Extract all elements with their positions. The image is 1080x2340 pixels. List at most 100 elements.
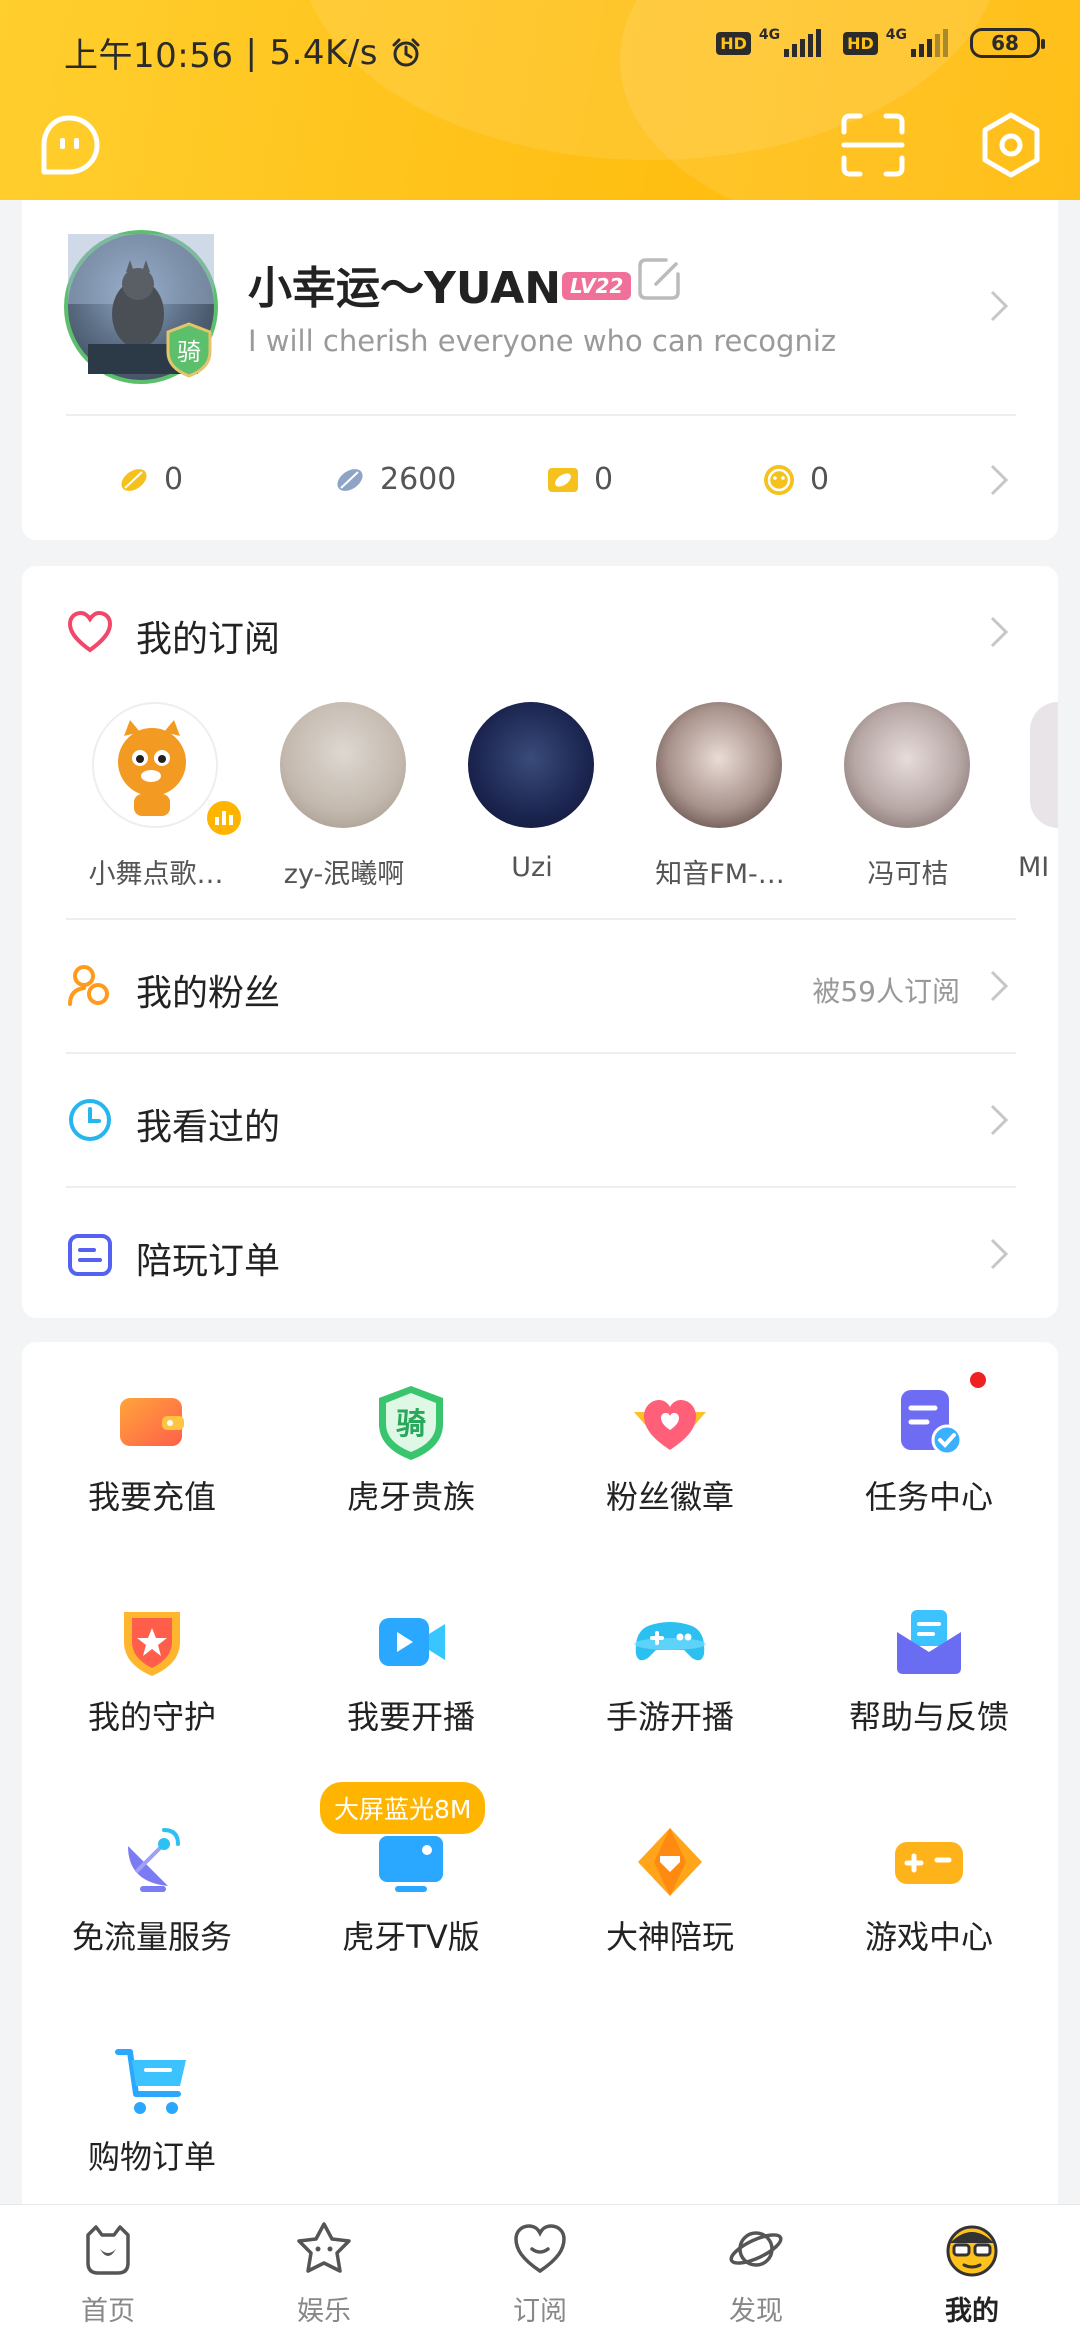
help-mail-icon <box>897 1610 961 1674</box>
subscriptions-row[interactable]: 我的订阅 <box>22 566 1058 686</box>
tab-mine[interactable]: 我的 <box>864 2205 1080 2340</box>
grid-mobile-live[interactable]: 手游开播 <box>540 1562 800 1762</box>
divider <box>66 414 1016 416</box>
subscription-name: 冯可桔 <box>867 859 949 890</box>
play-orders-label: 陪玩订单 <box>136 1241 281 1282</box>
subscription-avatar[interactable] <box>1030 702 1058 828</box>
subscription-avatar[interactable] <box>92 702 218 828</box>
subscription-avatar[interactable] <box>656 702 782 828</box>
heart-icon <box>514 2224 566 2274</box>
top-header: 上午10:56 | 5.4K/s HD 4G HD 4G 68 <box>0 0 1080 200</box>
chevron-right-icon[interactable] <box>988 288 1010 324</box>
grid-label: 大神陪玩 <box>605 1918 734 1956</box>
grid-pro-companion[interactable]: 大神陪玩 <box>540 1782 800 1982</box>
grid-task-center[interactable]: 任务中心 <box>799 1342 1059 1542</box>
grid-help-feedback[interactable]: 帮助与反馈 <box>799 1562 1059 1762</box>
grid-shopping-orders[interactable]: 购物订单 <box>22 2002 282 2202</box>
gold-bean-icon <box>121 468 147 491</box>
guard-icon <box>124 1612 180 1676</box>
network-type: 4G <box>758 27 781 43</box>
subscription-avatar[interactable] <box>280 702 406 828</box>
ticket-icon <box>548 467 578 492</box>
scan-icon[interactable] <box>838 110 908 180</box>
coin-icon <box>764 464 794 495</box>
play-orders-row[interactable]: 陪玩订单 <box>22 1188 1058 1318</box>
chevron-right-icon <box>990 1104 1009 1136</box>
tab-label: 娱乐 <box>297 2296 351 2327</box>
status-time: 上午10:56 <box>64 36 234 76</box>
cart-icon <box>115 2049 186 2114</box>
grid-label: 免流量服务 <box>71 1918 232 1956</box>
header-actions <box>0 100 1080 200</box>
stat-value: 0 <box>810 462 830 497</box>
tab-entertainment[interactable]: 娱乐 <box>216 2205 432 2340</box>
tv-icon <box>379 1836 443 1892</box>
settings-icon[interactable] <box>976 110 1046 180</box>
profile-face-icon <box>946 2225 998 2277</box>
fans-row[interactable]: 我的粉丝 被59人订阅 <box>22 920 1058 1052</box>
tab-label: 发现 <box>729 2296 783 2327</box>
status-separator: | <box>245 32 258 73</box>
chevron-right-icon <box>990 616 1009 648</box>
grid-label: 游戏中心 <box>864 1918 993 1956</box>
tab-label: 订阅 <box>513 2296 567 2327</box>
profile-card[interactable]: 骑 小幸运～YUAN LV22 I will cherish everyone … <box>22 200 1058 540</box>
star-face-icon <box>297 2222 351 2273</box>
tab-label: 我的 <box>945 2296 999 2327</box>
camera-icon <box>379 1618 445 1666</box>
subscription-name: Uzi <box>511 852 553 883</box>
grid-free-data[interactable]: 免流量服务 <box>22 1782 282 1982</box>
wallet-icon <box>120 1398 184 1446</box>
stat-coin[interactable]: 0 <box>762 462 829 497</box>
avatar-badge-glyph: 骑 <box>177 338 201 366</box>
signal-bars-icon <box>911 29 948 57</box>
subscription-name: 小舞点歌… <box>88 859 224 890</box>
feature-grid: 我要充值 骑 虎牙贵族 粉丝徽章 任务中心 我的守护 我要开播 手游开播 帮助与… <box>22 1342 1058 2222</box>
grid-game-center[interactable]: 游戏中心 <box>799 1782 1059 1982</box>
hd-indicator: HD <box>843 31 878 55</box>
subscription-name: 知音FM-… <box>655 859 785 890</box>
grid-label: 我的守护 <box>87 1698 216 1736</box>
tab-discover[interactable]: 发现 <box>648 2205 864 2340</box>
grid-recharge[interactable]: 我要充值 <box>22 1342 282 1542</box>
nickname: 小幸运～YUAN <box>248 263 562 314</box>
chat-bubble-icon[interactable] <box>34 110 104 180</box>
grid-label: 任务中心 <box>864 1478 993 1516</box>
hd-indicator: HD <box>716 31 751 55</box>
status-left: 上午10:56 | 5.4K/s <box>64 28 422 77</box>
tab-home[interactable]: 首页 <box>0 2205 216 2340</box>
history-label: 我看过的 <box>136 1107 281 1148</box>
live-indicator-icon <box>204 798 244 838</box>
grid-fan-badge[interactable]: 粉丝徽章 <box>540 1342 800 1542</box>
subscription-card: 我的订阅 小舞点歌… zy-泯曦啊 Uzi 知音FM-… 冯可桔 MI 我的粉丝… <box>22 566 1058 1318</box>
history-row[interactable]: 我看过的 <box>22 1054 1058 1186</box>
diamond-icon <box>638 1828 702 1896</box>
grid-start-live[interactable]: 我要开播 <box>281 1562 541 1762</box>
chevron-right-icon[interactable] <box>988 462 1010 498</box>
order-icon <box>68 1234 112 1276</box>
signal-bars-icon <box>784 29 822 57</box>
alarm-icon <box>392 38 420 66</box>
stat-gold-bean[interactable]: 0 <box>118 462 183 497</box>
grid-noble[interactable]: 骑 虎牙贵族 <box>281 1342 541 1542</box>
subscription-avatar[interactable] <box>844 702 970 828</box>
tab-subscribe[interactable]: 订阅 <box>432 2205 648 2340</box>
chevron-right-icon <box>990 970 1009 1002</box>
grid-label: 粉丝徽章 <box>605 1478 734 1516</box>
planet-icon <box>729 2231 783 2267</box>
stat-silver-bean[interactable]: 2600 <box>334 462 456 497</box>
grid-label: 虎牙TV版 <box>342 1918 480 1956</box>
grid-label: 我要开播 <box>346 1698 475 1736</box>
fan-badge-icon <box>634 1400 706 1450</box>
fans-count: 被59人订阅 <box>812 975 960 1008</box>
notification-dot <box>970 1372 986 1388</box>
stat-value: 2600 <box>380 462 457 497</box>
grid-my-guard[interactable]: 我的守护 <box>22 1562 282 1762</box>
stat-ticket[interactable]: 0 <box>546 462 613 497</box>
task-icon <box>901 1390 963 1456</box>
subscriptions-title: 我的订阅 <box>136 619 281 660</box>
edit-icon[interactable] <box>636 256 682 302</box>
network-type: 4G <box>885 27 907 43</box>
subscription-avatar[interactable] <box>468 702 594 828</box>
grid-label: 帮助与反馈 <box>848 1698 1009 1736</box>
